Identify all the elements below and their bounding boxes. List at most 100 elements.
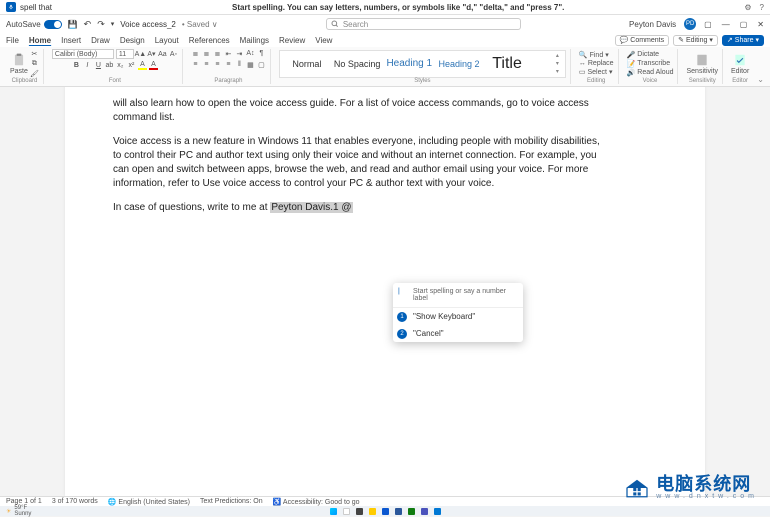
paste-button[interactable]: Paste: [10, 53, 28, 75]
style-heading1[interactable]: Heading 1: [386, 58, 432, 69]
comments-button[interactable]: 💬 Comments: [615, 35, 670, 46]
help-icon[interactable]: ?: [760, 3, 764, 12]
superscript-icon[interactable]: x²: [127, 61, 136, 70]
style-normal[interactable]: Normal: [286, 59, 328, 69]
copy-icon[interactable]: ⧉: [30, 59, 39, 68]
redo-icon[interactable]: ↷: [97, 19, 105, 30]
tab-layout[interactable]: Layout: [155, 36, 179, 45]
search-input[interactable]: Search: [326, 18, 521, 30]
tab-file[interactable]: File: [6, 36, 19, 45]
styles-down-icon[interactable]: ▾: [556, 60, 559, 67]
grow-font-icon[interactable]: A▲: [136, 50, 145, 59]
status-accessibility[interactable]: ♿ Accessibility: Good to go: [273, 498, 360, 506]
teams-icon[interactable]: [421, 508, 428, 515]
undo-icon[interactable]: ↶: [84, 19, 92, 30]
tab-view[interactable]: View: [315, 36, 332, 45]
sort-icon[interactable]: A↕: [246, 49, 255, 58]
start-icon[interactable]: [330, 508, 337, 515]
autosave-toggle[interactable]: AutoSave: [6, 20, 62, 29]
font-name-combo[interactable]: Calibri (Body): [52, 49, 114, 59]
share-button[interactable]: ↗ Share ▾: [722, 35, 764, 46]
replace-button[interactable]: ↔ Replace: [579, 60, 614, 67]
popup-option-show-keyboard[interactable]: 1 "Show Keyboard": [393, 308, 523, 325]
maximize-icon[interactable]: ▢: [740, 20, 748, 29]
minimize-icon[interactable]: —: [722, 20, 730, 29]
align-right-icon[interactable]: ≡: [213, 60, 222, 69]
indent-dec-icon[interactable]: ⇤: [224, 49, 233, 58]
ribbon-tabs: File Home Insert Draw Design Layout Refe…: [0, 33, 770, 47]
align-center-icon[interactable]: ≡: [202, 60, 211, 69]
collapse-ribbon-icon[interactable]: ⌄: [757, 75, 764, 84]
bold-icon[interactable]: B: [72, 61, 81, 70]
underline-icon[interactable]: U: [94, 61, 103, 70]
strike-icon[interactable]: ab: [105, 61, 114, 70]
style-heading2[interactable]: Heading 2: [438, 59, 480, 69]
weather-widget[interactable]: ☀ 59°F Sunny: [6, 505, 31, 517]
justify-icon[interactable]: ≡: [224, 60, 233, 69]
tab-mailings[interactable]: Mailings: [240, 36, 269, 45]
italic-icon[interactable]: I: [83, 61, 92, 70]
styles-up-icon[interactable]: ▴: [556, 52, 559, 59]
styles-gallery[interactable]: Normal No Spacing Heading 1 Heading 2 Ti…: [279, 50, 566, 78]
bullets-icon[interactable]: ≣: [191, 49, 200, 58]
toggle-on-icon[interactable]: [44, 20, 62, 29]
style-title[interactable]: Title: [486, 55, 528, 73]
status-page[interactable]: Page 1 of 1: [6, 498, 42, 505]
word-icon[interactable]: [395, 508, 402, 515]
shading-icon[interactable]: ▦: [246, 60, 255, 69]
select-button[interactable]: ▭ Select ▾: [579, 68, 614, 76]
align-left-icon[interactable]: ≡: [191, 60, 200, 69]
transcribe-button[interactable]: 📝 Transcribe: [627, 60, 674, 68]
popup-option-cancel[interactable]: 2 "Cancel": [393, 325, 523, 342]
tab-insert[interactable]: Insert: [61, 36, 81, 45]
show-marks-icon[interactable]: ¶: [257, 49, 266, 58]
avatar[interactable]: PD: [684, 18, 696, 30]
font-color-icon[interactable]: A: [149, 61, 158, 70]
read-aloud-button[interactable]: 🔊 Read Aloud: [627, 69, 674, 77]
document-name[interactable]: Voice access_2: [120, 20, 176, 29]
style-no-spacing[interactable]: No Spacing: [334, 59, 381, 69]
multilevel-icon[interactable]: ≣: [213, 49, 222, 58]
find-button[interactable]: 🔍 Find ▾: [579, 51, 614, 59]
tab-home[interactable]: Home: [29, 36, 51, 45]
status-predictions[interactable]: Text Predictions: On: [200, 498, 263, 505]
taskview-icon[interactable]: [356, 508, 363, 515]
save-state[interactable]: • Saved ∨: [182, 20, 218, 29]
font-size-combo[interactable]: 11: [116, 49, 134, 59]
tab-design[interactable]: Design: [120, 36, 145, 45]
editor-button[interactable]: Editor: [731, 53, 749, 75]
outlook-icon[interactable]: [434, 508, 441, 515]
sensitivity-button[interactable]: Sensitivity: [686, 53, 718, 75]
settings-icon[interactable]: ⚙: [744, 3, 751, 12]
editing-button[interactable]: ✎ Editing ▾: [673, 35, 718, 46]
tab-references[interactable]: References: [189, 36, 230, 45]
highlight-icon[interactable]: A: [138, 61, 147, 70]
status-lang[interactable]: 🌐 English (United States): [108, 498, 190, 506]
line-spacing-icon[interactable]: ‖: [235, 60, 244, 69]
clear-format-icon[interactable]: A◦: [169, 50, 178, 59]
change-case-icon[interactable]: Aa: [158, 50, 167, 59]
status-words[interactable]: 3 of 170 words: [52, 498, 98, 505]
user-name[interactable]: Peyton Davis: [629, 20, 676, 29]
qat-dropdown-icon[interactable]: ▾: [111, 20, 115, 28]
microphone-icon[interactable]: [6, 2, 16, 12]
dictate-button[interactable]: 🎤 Dictate: [627, 51, 674, 59]
save-icon[interactable]: 💾: [68, 20, 78, 29]
numbering-icon[interactable]: ≣: [202, 49, 211, 58]
cut-icon[interactable]: ✂: [30, 49, 39, 58]
indent-inc-icon[interactable]: ⇥: [235, 49, 244, 58]
page[interactable]: will also learn how to open the voice ac…: [65, 87, 705, 496]
shrink-font-icon[interactable]: A▾: [147, 50, 156, 59]
excel-icon[interactable]: [408, 508, 415, 515]
format-painter-icon[interactable]: 🖌: [30, 69, 39, 78]
edge-icon[interactable]: [382, 508, 389, 515]
styles-more-icon[interactable]: ▾: [556, 68, 559, 75]
tab-draw[interactable]: Draw: [91, 36, 110, 45]
subscript-icon[interactable]: x₂: [116, 61, 125, 70]
borders-icon[interactable]: ▢: [257, 60, 266, 69]
explorer-icon[interactable]: [369, 508, 376, 515]
tab-review[interactable]: Review: [279, 36, 305, 45]
close-icon[interactable]: ✕: [757, 20, 764, 29]
search-taskbar-icon[interactable]: [343, 508, 350, 515]
ribbon-mode-icon[interactable]: ▢: [704, 20, 712, 29]
